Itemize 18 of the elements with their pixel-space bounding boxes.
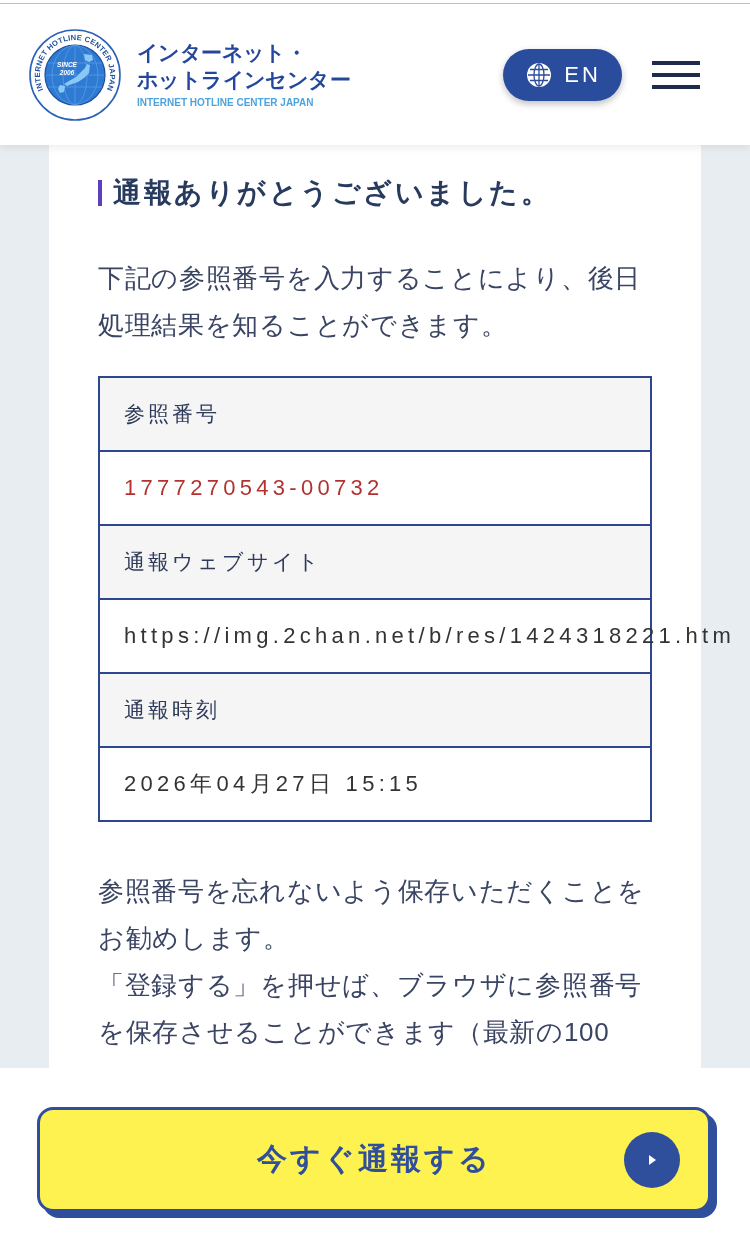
language-button[interactable]: EN <box>503 48 622 101</box>
field-value: 2026年04月27日 15:15 <box>124 770 423 798</box>
label-cell: 参照番号 <box>100 378 650 450</box>
site-title: インターネット・ <box>137 40 307 66</box>
page-heading: 通報ありがとうございました。 <box>113 176 551 210</box>
menu-button[interactable] <box>652 60 700 89</box>
label-cell: 通報時刻 <box>100 672 650 746</box>
arrow-circle-icon <box>624 1131 680 1188</box>
accent-bar <box>98 180 102 206</box>
site-title: ホットラインセンター <box>137 67 350 93</box>
note-text: 参照番号を忘れないよう保存いただくことをお勧めします。 <box>98 875 646 955</box>
intro-text: 下記の参照番号を入力することにより、後日処理結果を知ることができます。 <box>98 262 642 342</box>
label-cell: 通報ウェブサイト <box>100 524 650 598</box>
field-value: 1777270543-00732 <box>124 475 384 501</box>
menu-icon <box>652 60 700 89</box>
globe-icon <box>527 62 552 87</box>
site-subtitle: INTERNET HOTLINE CENTER JAPAN <box>137 96 314 110</box>
note-text: 「登録する」を押せば、ブラウザに参照番号を保存させることができます（最新の100 <box>98 969 643 1049</box>
